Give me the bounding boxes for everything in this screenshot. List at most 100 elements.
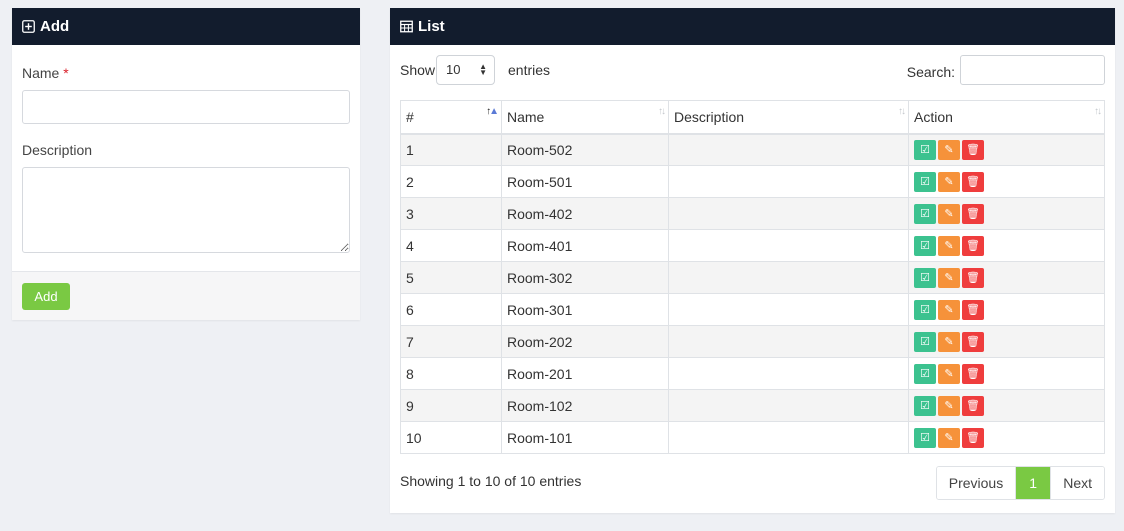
plus-square-icon [22, 20, 35, 33]
edit-icon: ✎ [944, 431, 954, 444]
add-panel-title: Add [40, 18, 70, 35]
cell-description [668, 421, 909, 454]
edit-button[interactable]: ✎ [938, 427, 960, 448]
cell-description [668, 357, 909, 390]
delete-button[interactable]: 🗑 [962, 395, 984, 416]
edit-button[interactable]: ✎ [938, 235, 960, 256]
trash-icon: 🗑 [966, 207, 980, 220]
cell-description [668, 229, 909, 262]
approve-button[interactable]: ☑ [914, 427, 936, 448]
cell-name: Room-401 [501, 229, 669, 262]
approve-button[interactable]: ☑ [914, 203, 936, 224]
page-length-select[interactable]: 10 ▲ ▼ [436, 55, 495, 85]
edit-button[interactable]: ✎ [938, 267, 960, 288]
trash-icon: 🗑 [966, 303, 980, 316]
table-row: 10 Room-101 ☑ ✎ 🗑 [400, 421, 1105, 454]
check-icon: ☑ [920, 175, 930, 188]
previous-page-button[interactable]: Previous [936, 467, 1016, 499]
delete-button[interactable]: 🗑 [962, 139, 984, 160]
approve-button[interactable]: ☑ [914, 171, 936, 192]
cell-name: Room-302 [501, 261, 669, 294]
pagination: Previous 1 Next [935, 466, 1105, 500]
trash-icon: 🗑 [966, 367, 980, 380]
cell-number: 2 [400, 165, 502, 198]
column-header-description[interactable]: Description ↑↓ [668, 100, 909, 135]
table-row: 5 Room-302 ☑ ✎ 🗑 [400, 261, 1105, 294]
cell-actions: ☑ ✎ 🗑 [908, 229, 1105, 262]
cell-name: Room-102 [501, 389, 669, 422]
cell-number: 7 [400, 325, 502, 358]
approve-button[interactable]: ☑ [914, 363, 936, 384]
delete-button[interactable]: 🗑 [962, 235, 984, 256]
table-header-row: # ↑▲ Name ↑↓ Description ↑↓ Action ↑↓ [400, 100, 1105, 135]
edit-button[interactable]: ✎ [938, 363, 960, 384]
search-input[interactable] [960, 55, 1105, 85]
approve-button[interactable]: ☑ [914, 139, 936, 160]
column-header-action[interactable]: Action ↑↓ [908, 100, 1105, 135]
edit-button[interactable]: ✎ [938, 395, 960, 416]
add-panel-footer: Add [12, 271, 360, 320]
edit-button[interactable]: ✎ [938, 331, 960, 352]
trash-icon: 🗑 [966, 143, 980, 156]
sort-icon: ↑↓ [1094, 106, 1102, 117]
cell-number: 8 [400, 357, 502, 390]
edit-button[interactable]: ✎ [938, 299, 960, 320]
edit-button[interactable]: ✎ [938, 203, 960, 224]
table-row: 6 Room-301 ☑ ✎ 🗑 [400, 293, 1105, 326]
page-1-button[interactable]: 1 [1015, 467, 1051, 499]
search-label: Search: [906, 64, 955, 80]
description-textarea[interactable] [22, 167, 350, 253]
table-row: 9 Room-102 ☑ ✎ 🗑 [400, 389, 1105, 422]
approve-button[interactable]: ☑ [914, 395, 936, 416]
approve-button[interactable]: ☑ [914, 299, 936, 320]
cell-number: 6 [400, 293, 502, 326]
column-header-number[interactable]: # ↑▲ [400, 100, 502, 135]
delete-button[interactable]: 🗑 [962, 203, 984, 224]
check-icon: ☑ [920, 431, 930, 444]
delete-button[interactable]: 🗑 [962, 171, 984, 192]
table-row: 3 Room-402 ☑ ✎ 🗑 [400, 197, 1105, 230]
delete-button[interactable]: 🗑 [962, 363, 984, 384]
cell-actions: ☑ ✎ 🗑 [908, 325, 1105, 358]
delete-button[interactable]: 🗑 [962, 299, 984, 320]
approve-button[interactable]: ☑ [914, 235, 936, 256]
cell-description [668, 261, 909, 294]
delete-button[interactable]: 🗑 [962, 267, 984, 288]
cell-description [668, 293, 909, 326]
edit-icon: ✎ [944, 239, 954, 252]
cell-description [668, 325, 909, 358]
check-icon: ☑ [920, 207, 930, 220]
trash-icon: 🗑 [966, 271, 980, 284]
page-length-value: 10 [446, 62, 461, 77]
approve-button[interactable]: ☑ [914, 331, 936, 352]
cell-actions: ☑ ✎ 🗑 [908, 389, 1105, 422]
column-header-name[interactable]: Name ↑↓ [501, 100, 669, 135]
add-panel: Add Name * Description Add [12, 8, 360, 320]
table-row: 8 Room-201 ☑ ✎ 🗑 [400, 357, 1105, 390]
trash-icon: 🗑 [966, 431, 980, 444]
cell-number: 9 [400, 389, 502, 422]
table-row: 2 Room-501 ☑ ✎ 🗑 [400, 165, 1105, 198]
trash-icon: 🗑 [966, 335, 980, 348]
table-row: 7 Room-202 ☑ ✎ 🗑 [400, 325, 1105, 358]
name-input[interactable] [22, 90, 350, 124]
edit-icon: ✎ [944, 335, 954, 348]
edit-button[interactable]: ✎ [938, 139, 960, 160]
cell-name: Room-502 [501, 133, 669, 166]
sort-ascending-icon: ↑▲ [486, 106, 499, 117]
sort-icon: ↑↓ [898, 106, 906, 117]
cell-description [668, 197, 909, 230]
cell-actions: ☑ ✎ 🗑 [908, 261, 1105, 294]
delete-button[interactable]: 🗑 [962, 331, 984, 352]
cell-name: Room-201 [501, 357, 669, 390]
required-marker: * [63, 65, 69, 81]
edit-button[interactable]: ✎ [938, 171, 960, 192]
delete-button[interactable]: 🗑 [962, 427, 984, 448]
approve-button[interactable]: ☑ [914, 267, 936, 288]
add-button[interactable]: Add [22, 283, 70, 310]
table-row: 4 Room-401 ☑ ✎ 🗑 [400, 229, 1105, 262]
cell-number: 4 [400, 229, 502, 262]
next-page-button[interactable]: Next [1050, 467, 1104, 499]
cell-actions: ☑ ✎ 🗑 [908, 165, 1105, 198]
trash-icon: 🗑 [966, 399, 980, 412]
